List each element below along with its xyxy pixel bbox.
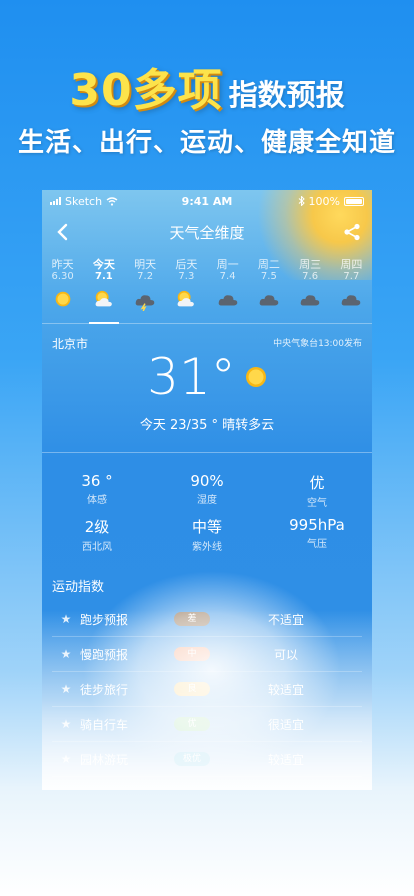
cloudy-icon (218, 295, 237, 306)
weather-stats: 36 ° 体感 90% 湿度优空气 2级 西北风 中等 紫外线 995hPa 气压 (42, 472, 372, 560)
status-bar: Sketch 9:41 AM 100% (42, 190, 372, 212)
cloudy-icon (342, 295, 361, 306)
stat-value: 995hPa (289, 516, 345, 534)
stat-item: 中等 紫外线 (152, 516, 262, 560)
day-name: 后天 (175, 258, 198, 271)
share-button[interactable] (332, 212, 372, 252)
stat-item: 90% 湿度 (152, 472, 262, 516)
day-tab[interactable]: 周二 7.5 (248, 256, 289, 322)
day-date: 7.2 (137, 271, 154, 282)
day-date: 7.7 (343, 271, 360, 282)
day-tab[interactable]: 明天 7.2 (125, 256, 166, 322)
nav-bar: 天气全维度 (42, 212, 372, 252)
day-name: 周一 (216, 258, 239, 271)
day-name: 明天 (134, 258, 157, 271)
day-name: 周二 (257, 258, 280, 271)
day-name: 今天 (92, 258, 115, 271)
fade-overlay (42, 610, 372, 790)
today-summary: 今天 23/35 ° 晴转多云 (139, 418, 275, 433)
stat-value: 2级 (84, 518, 110, 536)
stat-label: 体感 (87, 495, 107, 506)
stat-item: 2级西北风 (42, 516, 152, 560)
promo-banner: 30多项 指数预报 生活、出行、运动、健康全知道 (0, 0, 414, 190)
stat-label: 西北风 (82, 542, 112, 553)
thunderstorm-icon (135, 295, 155, 311)
day-tab[interactable]: 周四 7.7 (331, 256, 372, 322)
day-tab[interactable]: 周三 7.6 (290, 256, 331, 322)
stat-value: 90% (190, 472, 224, 490)
stat-label: 紫外线 (192, 542, 222, 553)
phone-screen: Sketch 9:41 AM 100% 天气全维度 昨天 6.30 今天 7.1 明天 7… (42, 190, 372, 790)
stat-value: 优 (309, 474, 325, 492)
day-name: 周三 (299, 258, 322, 271)
day-date: 7.6 (302, 271, 319, 282)
sunny-icon (55, 291, 70, 307)
stat-item: 995hPa 气压 (262, 516, 372, 560)
page-title: 天气全维度 (169, 223, 245, 242)
day-tab[interactable]: 昨天 6.30 (42, 256, 83, 322)
day-name: 周四 (340, 258, 363, 271)
chevron-left-icon (57, 223, 68, 241)
signal-icon (50, 197, 61, 205)
battery-icon (344, 196, 364, 206)
day-name: 昨天 (51, 258, 74, 271)
day-date: 6.30 (51, 271, 74, 282)
day-date: 7.4 (219, 271, 236, 282)
temperature-value: 31° (147, 348, 236, 406)
partly-cloudy-icon (177, 290, 195, 307)
divider (42, 452, 372, 453)
stat-value: 中等 (191, 518, 222, 536)
sunny-icon (245, 367, 266, 387)
day-selector: 昨天 6.30 今天 7.1 明天 7.2 后天 7.3 周一 7.4 周二 7.5 周三 7.6 周四 7.… (42, 256, 372, 324)
day-date: 7.3 (178, 271, 195, 282)
current-temperature: 31° (42, 348, 372, 406)
day-tab[interactable]: 周一 7.4 (207, 256, 248, 322)
day-tab[interactable]: 今天 7.1 (83, 256, 124, 324)
stat-label: 气压 (307, 539, 327, 550)
stat-value: 36 ° (81, 472, 113, 490)
partly-cloudy-icon (95, 290, 112, 307)
stats-row: 36 ° 体感 90% 湿度 优空气 (42, 472, 372, 516)
wifi-icon (106, 196, 118, 206)
promo-headline-small: 指数预报 (228, 78, 345, 112)
promo-headline: 30多项 指数预报 (0, 54, 414, 118)
day-date: 7.1 (95, 271, 113, 282)
status-time: 9:41 AM (181, 194, 233, 208)
cloudy-icon (300, 295, 320, 306)
divider (42, 323, 372, 324)
stat-label: 空气 (307, 498, 327, 509)
day-date: 7.5 (260, 271, 277, 282)
day-tab[interactable]: 后天 7.3 (166, 256, 207, 322)
back-button[interactable] (42, 212, 82, 252)
carrier-label: Sketch (65, 194, 103, 208)
share-icon (344, 223, 360, 241)
stat-item: 优空气 (262, 472, 372, 516)
stat-label: 湿度 (197, 495, 217, 506)
stats-row: 2级 西北风 中等 紫外线 995hPa 气压 (42, 516, 372, 560)
battery-percent: 100% (308, 194, 340, 208)
promo-subline: 生活、出行、运动、健康全知道 (17, 128, 396, 158)
stat-item: 36 ° 体感 (42, 472, 152, 516)
cloudy-icon (259, 295, 279, 306)
bluetooth-icon (298, 196, 305, 206)
promo-headline-big: 30多项 (69, 65, 223, 116)
